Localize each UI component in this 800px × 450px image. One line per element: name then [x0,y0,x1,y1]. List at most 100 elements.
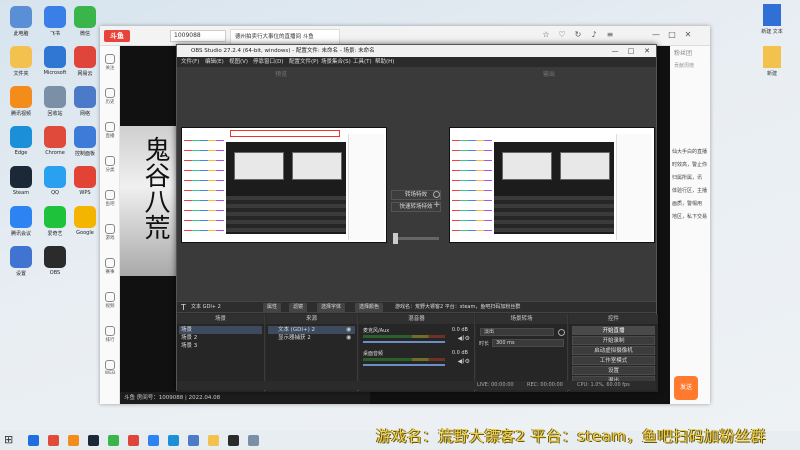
transition-type-select[interactable]: 淡出 [480,328,554,336]
desktop-icon[interactable]: 此电脑 [4,6,38,37]
virtual-camera-button[interactable]: 启动虚拟摄像机 [572,346,655,355]
sidebar-item[interactable]: 历史 [100,88,120,105]
minimize-button[interactable]: — [650,29,662,41]
volume-fader[interactable] [363,341,445,343]
taskbar-app-icon[interactable] [88,435,99,446]
desktop-icon[interactable]: 设置 [4,246,38,277]
taskbar-app-icon[interactable] [68,435,79,446]
close-button[interactable]: ✕ [682,29,694,41]
select-font-button[interactable]: 选择字体 [317,303,346,312]
menu-view[interactable]: 视图(V) [229,57,248,67]
menu-tools[interactable]: 工具(T) [353,57,372,67]
studio-mode-button[interactable]: 工作室模式 [572,356,655,365]
taskbar-app-icon[interactable] [48,435,59,446]
sidebar-item[interactable]: 赛事 [100,258,120,275]
refresh-icon[interactable]: ↻ [572,29,584,41]
sidebar-item[interactable]: 游戏 [100,224,120,241]
taskbar-app-icon[interactable] [148,435,159,446]
favorite-icon[interactable]: ♡ [556,29,568,41]
volume-fader[interactable] [363,364,445,366]
bell-icon[interactable]: ♪ [588,29,600,41]
taskbar-app-icon[interactable] [248,435,259,446]
taskbar-app-icon[interactable] [228,435,239,446]
sidebar-item[interactable]: WEB [100,360,120,376]
taskbar-app-icon[interactable] [108,435,119,446]
taskbar-app-icon[interactable] [128,435,139,446]
maximize-button[interactable]: □ [666,29,678,41]
add-transition-icon[interactable]: + [433,200,441,210]
taskbar-app-icon[interactable] [188,435,199,446]
preview-screen[interactable] [181,127,387,243]
start-icon[interactable]: ⊞ [4,433,13,446]
settings-button[interactable]: 设置 [572,366,655,375]
room-search-input[interactable]: 1009088 [170,30,226,42]
desktop-icon[interactable]: 腾讯视频 [4,86,38,117]
menu-scene-collection[interactable]: 场景集合(S) [321,57,351,67]
sidebar-item[interactable]: 关注 [100,54,120,71]
desktop-icon[interactable]: 微信 [68,6,102,37]
desktop-icon[interactable]: 网络 [68,86,102,117]
app-icon [44,86,66,108]
menu-profile[interactable]: 配置文件(P) [289,57,319,67]
select-color-button[interactable]: 选择颜色 [355,303,384,312]
obs-minimize-button[interactable]: — [608,45,622,57]
start-streaming-button[interactable]: 开始直播 [572,326,655,335]
transition-settings-icon[interactable] [433,191,440,198]
sidebar-item[interactable]: 鱼吧 [100,190,120,207]
send-button[interactable]: 发送 [674,376,698,400]
transition-properties-icon[interactable] [558,329,565,336]
menu-icon[interactable]: ≡ [604,29,616,41]
douyu-logo[interactable]: 斗鱼 [104,30,130,42]
desktop-icon[interactable]: WPS [68,166,102,196]
menu-edit[interactable]: 编辑(E) [205,57,224,67]
duration-input[interactable]: 300 ms [492,339,564,347]
tbar-track[interactable] [393,237,439,240]
properties-button[interactable]: 属性 [263,303,282,312]
speaker-icon[interactable]: ◀)⚙ [458,358,470,365]
taskbar-app-icon[interactable] [168,435,179,446]
desktop-icon[interactable]: 网易云 [68,46,102,77]
desktop-icon[interactable]: 飞书 [38,6,72,37]
menu-help[interactable]: 帮助(H) [375,57,394,67]
scene-item[interactable]: 场景 [179,326,262,334]
source-item[interactable]: 文本 (GDI+) 2 [268,326,355,334]
desktop-icon[interactable]: 控制面板 [68,126,102,157]
source-item[interactable]: 显示器捕获 2 [268,334,355,342]
start-recording-button[interactable]: 开始录制 [572,336,655,345]
obs-maximize-button[interactable]: □ [624,45,638,57]
desktop-icon[interactable]: QQ [38,166,72,196]
weekly-rank-label[interactable]: 贡献周榜 [674,62,694,69]
scene-item[interactable]: 场景 3 [179,342,262,350]
filters-button[interactable]: 滤镜 [289,303,308,312]
desktop-icon[interactable]: Microsoft [38,46,72,76]
browser-tab[interactable]: 德州拍卖行大事位的直播间 斗鱼 [230,29,340,44]
taskbar-app-icon[interactable] [208,435,219,446]
speaker-icon[interactable]: ◀)⚙ [458,335,470,342]
sidebar-item[interactable]: 视频 [100,292,120,309]
obs-close-button[interactable]: ✕ [640,45,654,57]
visibility-eye-icon[interactable]: ◉ [346,326,351,333]
sidebar-item[interactable]: 直播 [100,122,120,139]
desktop-icon[interactable]: 新建 [752,46,792,77]
desktop-icon[interactable]: 爱奇艺 [38,206,72,237]
desktop-icon[interactable]: Google [68,206,102,236]
desktop-icon[interactable]: 文件夹 [4,46,38,77]
menu-docks[interactable]: 停靠窗口(D) [253,57,284,67]
desktop-icon[interactable]: Steam [4,166,38,196]
menu-file[interactable]: 文件(F) [181,57,199,67]
visibility-eye-icon[interactable]: ◉ [346,334,351,341]
sidebar-item[interactable]: 排行 [100,326,120,343]
sidebar-item[interactable]: 分类 [100,156,120,173]
extension-icon[interactable]: ☆ [540,29,552,41]
desktop-icon[interactable]: OBS [38,246,72,276]
fan-club-tab[interactable]: 粉丝团 [674,48,692,57]
scene-item[interactable]: 场景 2 [179,334,262,342]
desktop-icon[interactable]: 腾讯会议 [4,206,38,237]
desktop-icon[interactable]: 新建 文本 [752,4,792,35]
desktop-icon[interactable]: Chrome [38,126,72,156]
source-text-value[interactable]: 游戏名：荒野大镖客2 平台：steam，鱼吧扫码加粉丝群 [395,302,520,313]
desktop-icon[interactable]: 回收站 [38,86,72,117]
desktop-icon[interactable]: Edge [4,126,38,156]
taskbar-app-icon[interactable] [28,435,39,446]
tbar-handle[interactable] [393,233,398,244]
